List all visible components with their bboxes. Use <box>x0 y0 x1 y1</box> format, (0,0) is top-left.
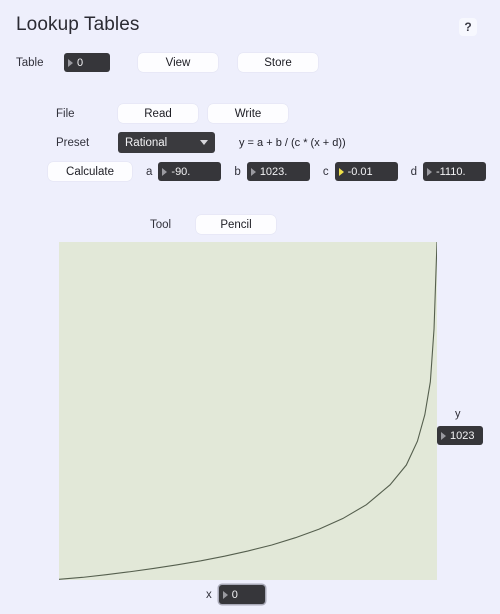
calculate-button[interactable]: Calculate <box>48 162 132 181</box>
param-d-label: d <box>410 165 417 178</box>
table-label: Table <box>16 56 44 69</box>
preset-formula: y = a + b / (c * (x + d)) <box>239 136 346 149</box>
preset-select[interactable]: Rational <box>118 132 215 153</box>
store-button[interactable]: Store <box>238 53 318 72</box>
param-b-field[interactable]: 1023. <box>246 162 310 181</box>
calculate-row: Calculate a -90. b 1023. c -0.01 d -1110… <box>48 162 486 181</box>
param-a-value: -90. <box>171 165 191 178</box>
table-row: Table 0 View Store <box>16 53 318 72</box>
tool-pencil-button[interactable]: Pencil <box>196 215 276 234</box>
x-readout-value: 0 <box>231 588 238 601</box>
write-button[interactable]: Write <box>208 104 288 123</box>
param-d-field[interactable]: -1110. <box>422 162 486 181</box>
expand-triangle-icon <box>162 167 168 176</box>
page-title: Lookup Tables <box>16 14 140 35</box>
curve-plot-svg <box>59 242 437 580</box>
expand-triangle-icon <box>426 167 432 176</box>
tool-row: Tool Pencil <box>150 215 276 234</box>
chevron-down-icon <box>200 140 208 145</box>
curve-plot-canvas[interactable] <box>59 242 437 580</box>
expand-triangle-icon <box>441 431 446 440</box>
tool-label: Tool <box>150 218 172 231</box>
file-row: File Read Write <box>56 104 288 123</box>
param-b-label: b <box>234 165 241 178</box>
param-a-field[interactable]: -90. <box>158 162 222 181</box>
table-index-field[interactable]: 0 <box>64 53 110 72</box>
preset-selected-value: Rational <box>125 136 168 149</box>
param-c-field[interactable]: -0.01 <box>334 162 398 181</box>
expand-triangle-icon <box>338 167 344 176</box>
preset-row: Preset Rational y = a + b / (c * (x + d)… <box>56 132 346 153</box>
preset-label: Preset <box>56 136 90 149</box>
param-a-label: a <box>146 165 153 178</box>
lookup-curve <box>59 242 437 580</box>
y-readout-field[interactable]: 1023 <box>437 426 483 445</box>
x-readout-row: x 0 <box>206 585 265 604</box>
x-readout-field[interactable]: 0 <box>218 585 265 604</box>
param-c-value: -0.01 <box>347 165 373 178</box>
param-d-value: -1110. <box>435 165 466 178</box>
expand-triangle-icon <box>250 167 256 176</box>
y-readout-label: y <box>455 408 461 420</box>
x-readout-label: x <box>206 588 212 601</box>
param-c-label: c <box>322 165 329 178</box>
help-button[interactable]: ? <box>459 18 477 36</box>
file-label: File <box>56 107 75 120</box>
expand-triangle-icon <box>68 58 73 67</box>
table-index-value: 0 <box>77 56 84 69</box>
read-button[interactable]: Read <box>118 104 198 123</box>
view-button[interactable]: View <box>138 53 218 72</box>
titlebar: Lookup Tables ? <box>0 0 500 48</box>
y-readout-value: 1023 <box>450 429 475 442</box>
expand-triangle-icon <box>222 590 228 599</box>
param-b-value: 1023. <box>259 165 288 178</box>
